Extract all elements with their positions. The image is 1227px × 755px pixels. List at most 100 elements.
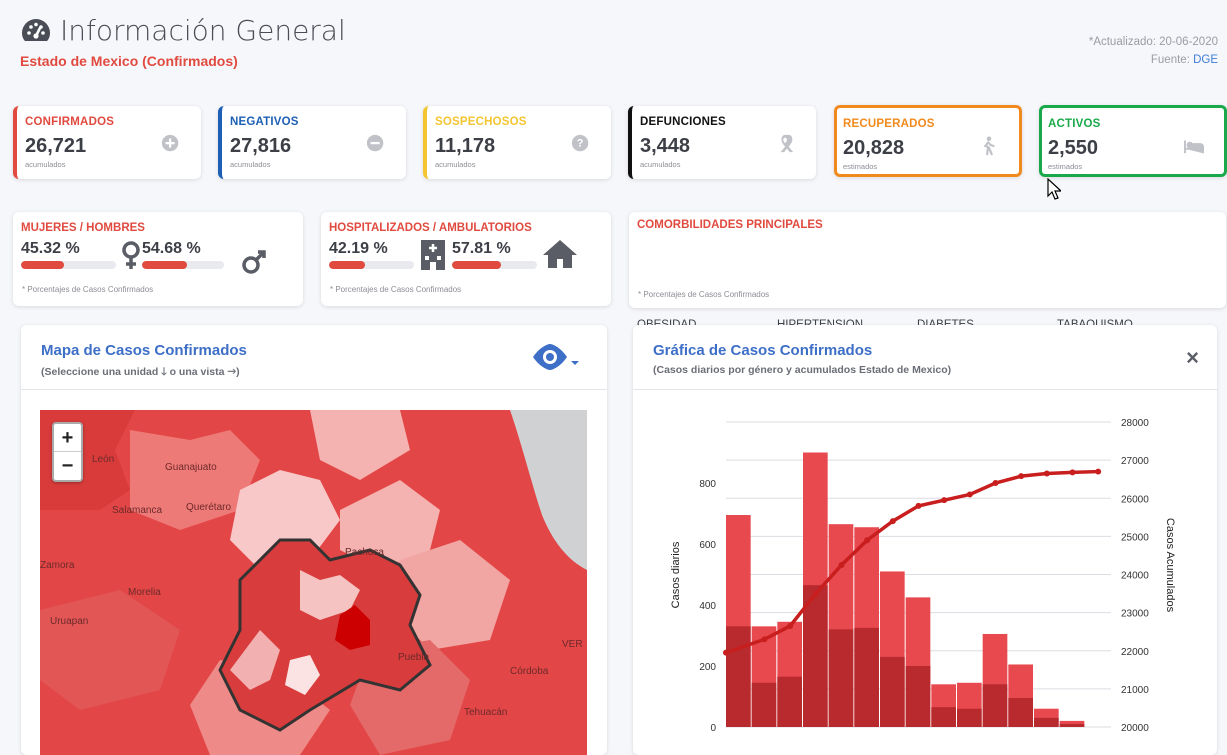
ribbon-icon xyxy=(780,134,794,153)
stat-sub: acumulados xyxy=(25,160,66,169)
y-tick-label: 0 xyxy=(710,723,716,734)
bar-hombres xyxy=(982,684,1008,727)
view-eye-icon[interactable] xyxy=(531,343,583,373)
bar-hombres xyxy=(828,629,854,727)
bed-icon xyxy=(1184,140,1204,154)
point-acumulados xyxy=(1018,473,1025,480)
map-place-label: León xyxy=(92,454,114,465)
y2-tick-label: 26000 xyxy=(1121,494,1149,505)
map-regions[interactable]: Morelia León Guanajuato Salamanca Querétaro… xyxy=(40,410,587,755)
bar-hombres xyxy=(854,627,879,727)
chart-subtitle: (Casos diarios por género y acumulados E… xyxy=(653,364,952,376)
y2-tick-label: 24000 xyxy=(1121,571,1149,582)
map-place-label: VER xyxy=(562,639,583,650)
point-acumulados xyxy=(838,561,845,568)
hospital-note: * Porcentajes de Casos Confirmados xyxy=(330,285,462,294)
men-percent: 54.68 % xyxy=(142,240,201,257)
map-place-label: Zamora xyxy=(40,560,75,571)
gender-note: * Porcentajes de Casos Confirmados xyxy=(22,285,154,294)
chart-title: Gráfica de Casos Confirmados xyxy=(653,342,873,359)
comorbidities-card: COMORBILIDADES PRINCIPALES OBESIDAD18.49… xyxy=(629,212,1226,359)
dashboard-gauge-icon xyxy=(22,18,50,41)
stat-card-recuperados: RECUPERADOS 20,828 estimados xyxy=(834,105,1022,177)
ambulatory-bar xyxy=(452,261,537,269)
bar-hombres xyxy=(777,676,802,727)
comorbidities-note: * Porcentajes de Casos Confirmados xyxy=(638,290,770,299)
update-info: *Actualizado: 20-06-2020 Fuente: DGE xyxy=(1089,33,1218,69)
gender-card: MUJERES / HOMBRES 45.32 % 54.68 % * Porc… xyxy=(13,212,303,306)
zoom-out-button[interactable]: − xyxy=(54,452,81,480)
gender-label: MUJERES / HOMBRES xyxy=(21,222,145,234)
bar-hombres xyxy=(931,707,956,727)
hospital-card: HOSPITALIZADOS / AMBULATORIOS 42.19 % 57… xyxy=(321,212,611,306)
bar-hombres xyxy=(726,626,751,727)
point-acumulados xyxy=(864,537,871,544)
comorbidities-label: COMORBILIDADES PRINCIPALES xyxy=(637,219,823,231)
stat-card-defunciones: DEFUNCIONES 3,448 acumulados xyxy=(628,106,816,179)
hospitalized-percent: 42.19 % xyxy=(329,240,388,257)
page-title-text: Información General xyxy=(60,14,346,47)
minus-circle-icon xyxy=(366,134,384,152)
source-label: Fuente: xyxy=(1150,54,1190,66)
stat-sub: estimados xyxy=(1048,162,1083,171)
stat-sub: acumulados xyxy=(230,160,271,169)
y2-tick-label: 23000 xyxy=(1121,609,1149,620)
chart-close-button[interactable]: × xyxy=(1186,345,1199,371)
y2-tick-label: 20000 xyxy=(1121,723,1149,734)
map-zoom-control: + − xyxy=(52,422,83,482)
map-title: Mapa de Casos Confirmados xyxy=(41,342,247,359)
point-acumulados xyxy=(812,590,819,597)
map-place-label: Salamanca xyxy=(112,505,162,516)
y-tick-label: 600 xyxy=(699,540,716,551)
stat-card-negativos: NEGATIVOS 27,816 acumulados xyxy=(218,106,406,179)
stat-label: NEGATIVOS xyxy=(230,116,299,128)
point-acumulados xyxy=(1069,469,1076,476)
map-subtitle: (Seleccione una unidad 🡓 o una vista 🡒) xyxy=(41,366,240,378)
women-bar xyxy=(21,261,116,269)
map-place-label: Puebla xyxy=(398,652,430,663)
bar-hombres xyxy=(880,656,905,727)
stat-card-sospechosos: SOSPECHOSOS 11,178 acumulados? xyxy=(423,106,611,179)
stat-card-confirmados: CONFIRMADOS 26,721 acumulados xyxy=(13,106,201,179)
point-acumulados xyxy=(787,622,794,629)
map-place-label: Tehuacán xyxy=(464,707,507,718)
hospital-label: HOSPITALIZADOS / AMBULATORIOS xyxy=(329,222,532,234)
svg-text:?: ? xyxy=(577,138,584,150)
female-icon xyxy=(122,241,140,269)
cases-chart: 20000 21000 22000 23000 24000 25000 26000 27000… xyxy=(670,418,1176,734)
bar-hombres xyxy=(957,708,982,727)
plus-circle-icon xyxy=(161,134,179,152)
question-circle-icon: ? xyxy=(571,134,589,152)
zoom-in-button[interactable]: + xyxy=(54,424,81,452)
y-tick-label: 800 xyxy=(699,479,716,490)
y2-tick-label: 22000 xyxy=(1121,647,1149,658)
source-link[interactable]: DGE xyxy=(1193,54,1218,66)
stat-card-activos: ACTIVOS 2,550 estimados xyxy=(1039,105,1227,177)
mouse-cursor-icon xyxy=(1047,178,1061,200)
y2-tick-label: 28000 xyxy=(1121,418,1149,429)
bar-hombres xyxy=(1059,723,1085,727)
page-subtitle: Estado de Mexico (Confirmados) xyxy=(20,53,238,69)
walking-icon xyxy=(983,136,995,156)
hospitalized-bar xyxy=(329,261,414,269)
bar-hombres xyxy=(1034,717,1059,727)
page-header: Información General Estado de Mexico (Co… xyxy=(20,14,346,69)
point-acumulados xyxy=(1095,468,1102,475)
map-place-label: Pachuca xyxy=(345,547,384,558)
point-acumulados xyxy=(723,649,729,656)
point-acumulados xyxy=(1043,470,1050,477)
male-icon xyxy=(242,250,266,274)
men-bar xyxy=(142,261,224,269)
chart-panel: Gráfica de Casos Confirmados (Casos diar… xyxy=(633,325,1217,755)
map-canvas[interactable]: Morelia León Guanajuato Salamanca Querétaro… xyxy=(40,410,587,755)
women-percent: 45.32 % xyxy=(21,240,80,257)
bar-hombres xyxy=(905,666,931,727)
map-panel: Mapa de Casos Confirmados (Seleccione un… xyxy=(21,325,607,755)
point-acumulados xyxy=(889,518,896,525)
y-tick-label: 200 xyxy=(699,662,716,673)
y2-tick-label: 27000 xyxy=(1121,456,1149,467)
map-place-label: Morelia xyxy=(128,587,161,598)
hospital-icon xyxy=(421,240,445,270)
map-place-label: Querétaro xyxy=(186,502,231,513)
map-place-label: Córdoba xyxy=(510,666,549,677)
